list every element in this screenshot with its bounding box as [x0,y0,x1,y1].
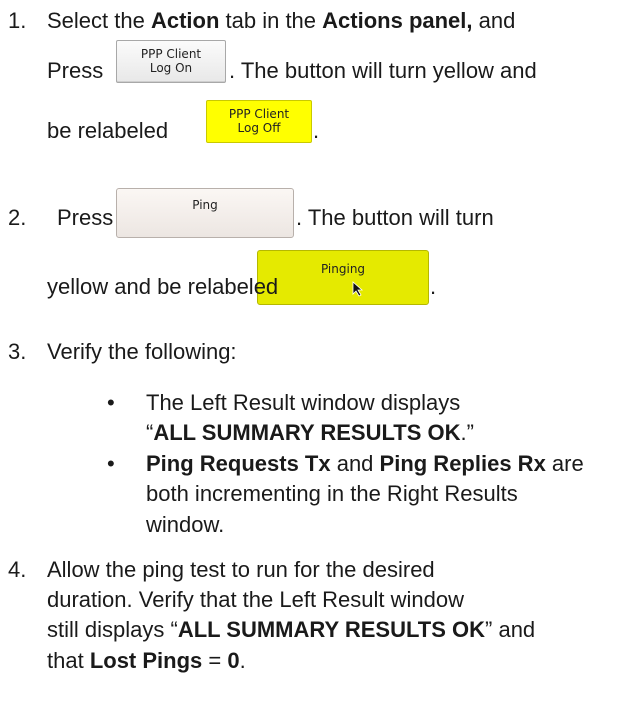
ppp-client-log-off-line-1: PPP Client [228,107,290,121]
bullet-2-line-3: window. [146,512,225,537]
step-3-number: 3. [8,339,27,364]
step-2-line-2-tail: . [430,274,437,299]
step-4-line-1: Allow the ping test to run for the desir… [47,557,435,582]
bullet-2-line-1: Ping Requests Tx and Ping Replies Rx are [146,451,584,476]
bullet-1-glyph: • [107,390,115,415]
step-1-line-2-tail: . The button will turn yellow and [229,58,537,83]
step-2-line-1-tail: . The button will turn [296,205,494,230]
step-4-line-2: duration. Verify that the Left Result wi… [47,587,465,612]
step-2-line-2: yellow and be relabeled [47,274,279,299]
bullet-2-line-2: both incrementing in the Right Results [146,481,518,506]
step-1-line-2: Press [47,58,104,83]
step-1-line-1: Select the Action tab in the Actions pan… [47,8,516,33]
ping-button-label: Ping [192,198,218,212]
ppp-client-log-on-line-1: PPP Client [140,47,202,61]
bullet-1-line-1: The Left Result window displays [146,390,461,415]
bullet-1-line-2: “ALL SUMMARY RESULTS OK.” [146,420,474,445]
step-1-line-3-tail: . [313,118,320,143]
ppp-client-log-on-line-2: Log On [149,61,193,75]
mouse-pointer-icon [352,281,364,297]
ppp-client-log-off-line-2: Log Off [237,121,281,135]
step-3-line-1: Verify the following: [47,339,237,364]
instruction-document: 1. Select the Action tab in the Actions … [0,0,621,713]
pinging-button[interactable]: Pinging [257,250,429,305]
ppp-client-log-on-button[interactable]: PPP Client Log On [116,40,226,83]
bullet-2-glyph: • [107,451,115,476]
step-2-line-1: Press [57,205,114,230]
ping-button[interactable]: Ping [116,188,294,238]
step-2-number: 2. [8,205,27,230]
pinging-button-label: Pinging [320,262,366,276]
step-4-number: 4. [8,557,27,582]
step-4-line-4: that Lost Pings = 0. [47,648,246,673]
ppp-client-log-off-button[interactable]: PPP Client Log Off [206,100,312,143]
step-1-line-3: be relabeled [47,118,169,143]
step-4-line-3: still displays “ALL SUMMARY RESULTS OK” … [47,617,536,642]
step-1-number: 1. [8,8,27,33]
